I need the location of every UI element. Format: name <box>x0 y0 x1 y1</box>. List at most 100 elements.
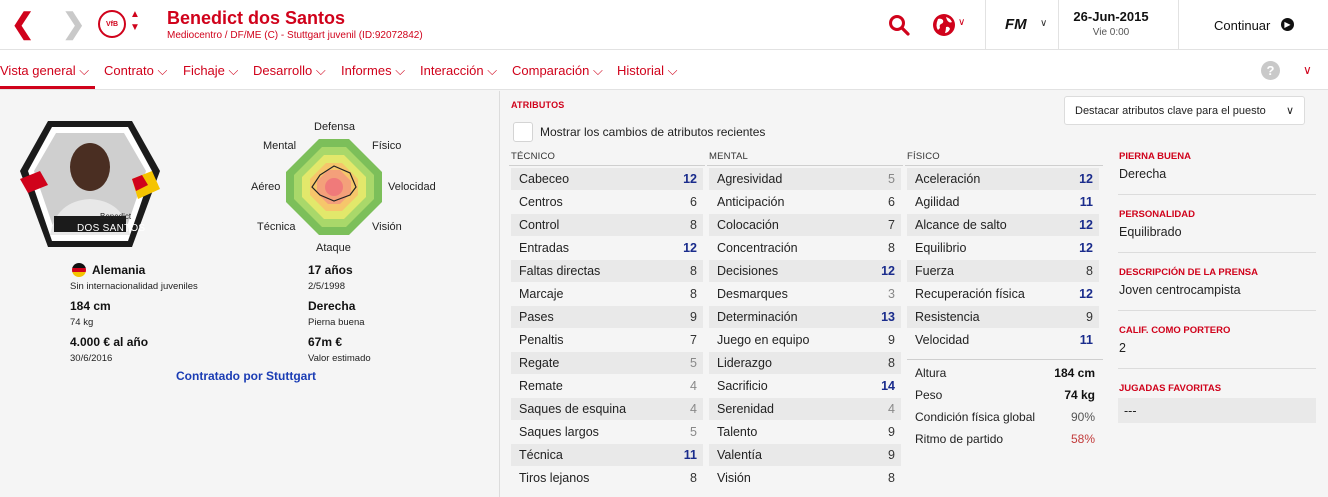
attribute-name: Talento <box>717 425 758 439</box>
continue-icon[interactable]: ▶ <box>1281 18 1294 31</box>
attribute-name: Valentía <box>717 448 762 462</box>
divider <box>1118 194 1316 195</box>
attribute-name: Serenidad <box>717 402 774 416</box>
game-day: Vie 0:00 <box>1092 27 1130 38</box>
preferred-foot-value: Derecha <box>1119 167 1167 181</box>
attribute-value: 5 <box>888 172 895 186</box>
technical-attribute-row[interactable]: Marcaje 8 <box>511 283 703 305</box>
technical-attribute-row[interactable]: Penaltis 7 <box>511 329 703 351</box>
highlight-attributes-dropdown[interactable]: Destacar atributos clave para el puesto ∨ <box>1064 96 1305 125</box>
age-value: 17 años <box>308 263 353 277</box>
physical-attribute-row[interactable]: Recuperación física 12 <box>907 283 1099 305</box>
tab-comparacion[interactable]: Comparación ⌵ <box>512 63 603 79</box>
attribute-value: 8 <box>690 218 697 232</box>
help-icon[interactable]: ? <box>1261 61 1280 80</box>
globe-icon[interactable] <box>932 13 956 37</box>
chevron-down-icon[interactable]: ∨ <box>1303 63 1312 77</box>
technical-attribute-row[interactable]: Remate 4 <box>511 375 703 397</box>
mental-attribute-row[interactable]: Liderazgo 8 <box>709 352 901 374</box>
tab-interaccion[interactable]: Interacción ⌵ <box>420 63 497 79</box>
mental-attribute-row[interactable]: Anticipación 6 <box>709 191 901 213</box>
mental-attribute-row[interactable]: Agresividad 5 <box>709 168 901 190</box>
physical-attribute-row[interactable]: Agilidad 11 <box>907 191 1099 213</box>
physical-attribute-row[interactable]: Resistencia 9 <box>907 306 1099 328</box>
attribute-value: 12 <box>1079 241 1093 255</box>
mental-attribute-row[interactable]: Colocación 7 <box>709 214 901 236</box>
goalkeeper-rating-title: CALIF. COMO PORTERO <box>1119 325 1231 336</box>
tab-fichaje[interactable]: Fichaje ⌵ <box>183 63 238 79</box>
mental-attribute-row[interactable]: Concentración 8 <box>709 237 901 259</box>
attribute-name: Pases <box>519 310 554 324</box>
physical-attribute-row[interactable]: Aceleración 12 <box>907 168 1099 190</box>
forward-arrow-icon[interactable]: ❯ <box>62 10 85 38</box>
contract-end-value: 30/6/2016 <box>70 353 113 364</box>
continue-button[interactable]: Continuar <box>1214 18 1270 33</box>
contracted-by-link[interactable]: Contratado por Stuttgart <box>176 369 316 383</box>
mental-attribute-row[interactable]: Determinación 13 <box>709 306 901 328</box>
wage-value: 4.000 € al año <box>70 335 149 349</box>
back-arrow-icon[interactable]: ❮ <box>11 10 34 38</box>
club-crest-icon[interactable]: VfB <box>98 10 126 38</box>
attribute-name: Faltas directas <box>519 264 601 278</box>
preferred-moves-box[interactable]: --- <box>1118 398 1316 423</box>
height-value: 184 cm <box>1054 366 1095 380</box>
attribute-value: 12 <box>683 241 697 255</box>
technical-attribute-row[interactable]: Saques de esquina 4 <box>511 398 703 420</box>
attribute-value: 7 <box>888 218 895 232</box>
divider <box>1058 0 1059 50</box>
attribute-name: Fuerza <box>915 264 954 278</box>
mental-attribute-row[interactable]: Juego en equipo 9 <box>709 329 901 351</box>
fm-logo[interactable]: FM <box>1005 16 1027 33</box>
attribute-name: Tiros lejanos <box>519 471 590 485</box>
technical-attribute-row[interactable]: Saques largos 5 <box>511 421 703 443</box>
crest-switch-icon[interactable]: ▲ ▼ <box>130 8 140 34</box>
chevron-down-icon[interactable]: ∨ <box>1040 18 1047 29</box>
tab-informes[interactable]: Informes ⌵ <box>341 63 405 79</box>
search-icon[interactable] <box>888 14 910 36</box>
show-changes-checkbox[interactable] <box>513 122 533 142</box>
physical-attribute-row[interactable]: Equilibrio 12 <box>907 237 1099 259</box>
physical-attribute-row[interactable]: Velocidad 11 <box>907 329 1099 351</box>
tab-vista-general[interactable]: Vista general ⌵ <box>0 63 89 79</box>
tab-contrato[interactable]: Contrato ⌵ <box>104 63 167 79</box>
technical-attribute-row[interactable]: Tiros lejanos 8 <box>511 467 703 489</box>
attribute-name: Concentración <box>717 241 798 255</box>
mental-attribute-row[interactable]: Talento 9 <box>709 421 901 443</box>
attribute-value: 4 <box>690 379 697 393</box>
chevron-down-icon[interactable]: ∨ <box>958 17 965 28</box>
tab-historial[interactable]: Historial ⌵ <box>617 63 677 79</box>
technical-attribute-row[interactable]: Control 8 <box>511 214 703 236</box>
tab-desarrollo[interactable]: Desarrollo ⌵ <box>253 63 326 79</box>
mental-attribute-row[interactable]: Desmarques 3 <box>709 283 901 305</box>
nation-value[interactable]: Alemania <box>92 263 145 277</box>
attribute-name: Juego en equipo <box>717 333 810 347</box>
technical-attribute-row[interactable]: Cabeceo 12 <box>511 168 703 190</box>
player-subtitle[interactable]: Mediocentro / DF/ME (C) - Stuttgart juve… <box>167 30 423 41</box>
technical-attribute-row[interactable]: Faltas directas 8 <box>511 260 703 282</box>
height-row: Altura 184 cm <box>907 362 1103 384</box>
mental-attribute-row[interactable]: Decisiones 12 <box>709 260 901 282</box>
attribute-name: Sacrificio <box>717 379 768 393</box>
show-changes-label[interactable]: Mostrar los cambios de atributos recient… <box>540 125 765 139</box>
mental-attribute-row[interactable]: Sacrificio 14 <box>709 375 901 397</box>
divider <box>509 165 705 166</box>
game-date[interactable]: 26-Jun-2015 <box>1060 9 1162 24</box>
physical-attribute-row[interactable]: Fuerza 8 <box>907 260 1099 282</box>
mental-attribute-row[interactable]: Valentía 9 <box>709 444 901 466</box>
match-rhythm-value: 58% <box>1070 432 1095 446</box>
attribute-value: 5 <box>690 425 697 439</box>
radar-label-defensa: Defensa <box>314 121 355 133</box>
technical-attribute-row[interactable]: Centros 6 <box>511 191 703 213</box>
attribute-value: 8 <box>1086 264 1093 278</box>
attribute-name: Visión <box>717 471 751 485</box>
technical-attribute-row[interactable]: Regate 5 <box>511 352 703 374</box>
mental-attribute-row[interactable]: Visión 8 <box>709 467 901 489</box>
mental-attribute-row[interactable]: Serenidad 4 <box>709 398 901 420</box>
foot-value: Derecha <box>308 299 356 313</box>
technical-attribute-row[interactable]: Entradas 12 <box>511 237 703 259</box>
attribute-value: 11 <box>1079 195 1093 209</box>
attribute-value: 4 <box>690 402 697 416</box>
technical-attribute-row[interactable]: Pases 9 <box>511 306 703 328</box>
physical-attribute-row[interactable]: Alcance de salto 12 <box>907 214 1099 236</box>
technical-attribute-row[interactable]: Técnica 11 <box>511 444 703 466</box>
